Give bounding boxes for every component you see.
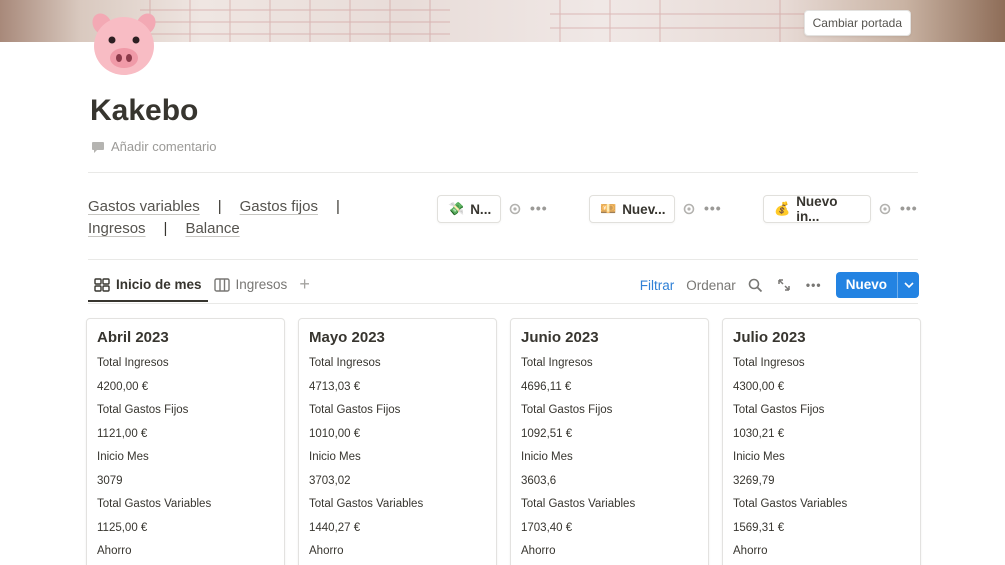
card-property: 1121,00 € (97, 427, 148, 440)
divider-tabs (88, 303, 918, 304)
gear-icon[interactable] (508, 202, 522, 216)
card-property: Total Gastos Fijos (521, 404, 613, 416)
card-property: 1030,21 € (733, 427, 785, 440)
link-separator: | (336, 198, 340, 215)
card-property: Total Ingresos (521, 357, 593, 369)
search-icon[interactable] (748, 277, 764, 293)
link-balance[interactable]: Balance (185, 220, 239, 237)
gear-icon[interactable] (682, 202, 696, 216)
add-comment-label: Añadir comentario (111, 139, 217, 154)
card-property: Ahorro (97, 545, 132, 557)
link-separator: | (163, 220, 168, 237)
card-property: 1440,27 € (309, 521, 361, 534)
card-property: Total Ingresos (733, 357, 805, 369)
page-links: Gastos variables | Gastos fijos | Ingresos |… (88, 196, 388, 240)
card-property: 4713,03 € (309, 380, 361, 393)
card-property: 1092,51 € (521, 427, 573, 440)
more-options-icon[interactable]: ••• (804, 277, 824, 293)
yen-banknote-icon: 💴 (600, 201, 617, 216)
card-property: 4200,00 € (97, 380, 149, 393)
database-toolbar: Filtrar Ordenar ••• Nuevo (640, 272, 919, 298)
card-property: 4696,11 € (521, 380, 572, 393)
board-icon (94, 277, 110, 292)
link-separator: | (217, 198, 222, 215)
link-ingresos[interactable]: Ingresos (88, 220, 146, 237)
card-property: Inicio Mes (97, 451, 149, 463)
divider-middle (88, 259, 918, 260)
card-property: 1569,31 € (733, 521, 785, 534)
card-property: 1010,00 € (309, 427, 361, 440)
more-options-icon[interactable]: ••• (900, 200, 918, 216)
card-property: Inicio Mes (733, 451, 785, 463)
pig-face-icon[interactable] (86, 6, 162, 78)
add-comment-button[interactable]: Añadir comentario (91, 139, 217, 154)
new-entry-label: Nuevo (845, 277, 887, 292)
card-title: Julio 2023 (733, 329, 806, 346)
card-property: Total Ingresos (97, 357, 169, 369)
add-view-icon[interactable]: + (293, 274, 316, 294)
sort-button[interactable]: Ordenar (686, 278, 736, 293)
template-label: N... (470, 201, 492, 217)
link-gastos-fijos[interactable]: Gastos fijos (240, 198, 318, 215)
board-cards: Abril 2023 Total Ingresos 4200,00 € Tota… (86, 318, 921, 565)
card-property: Ahorro (733, 545, 768, 557)
change-cover-button[interactable]: Cambiar portada (803, 10, 911, 36)
gear-icon[interactable] (878, 202, 892, 216)
card-title: Junio 2023 (521, 329, 599, 346)
board-card[interactable]: Abril 2023 Total Ingresos 4200,00 € Tota… (86, 318, 285, 565)
page-title: Kakebo (90, 94, 199, 127)
card-property: Inicio Mes (521, 451, 573, 463)
comment-icon (92, 141, 104, 153)
filter-button[interactable]: Filtrar (640, 278, 675, 293)
card-property: Total Gastos Fijos (97, 404, 189, 416)
board-card[interactable]: Mayo 2023 Total Ingresos 4713,03 € Total… (298, 318, 497, 565)
more-options-icon[interactable]: ••• (530, 200, 548, 216)
card-property: 3079 (97, 474, 123, 487)
card-property: Total Gastos Fijos (733, 404, 825, 416)
template-label: Nuev... (622, 201, 666, 217)
card-property: Ahorro (309, 545, 344, 557)
card-property: Total Gastos Fijos (309, 404, 401, 416)
card-property: 1703,40 € (521, 521, 573, 534)
board-card[interactable]: Junio 2023 Total Ingresos 4696,11 € Tota… (510, 318, 709, 565)
card-property: Total Gastos Variables (521, 498, 636, 510)
board-card[interactable]: Julio 2023 Total Ingresos 4300,00 € Tota… (722, 318, 921, 565)
template-label: Nuevo in... (796, 194, 838, 224)
divider-top (88, 172, 918, 173)
card-property: Total Gastos Variables (733, 498, 848, 510)
tab-inicio-de-mes[interactable]: Inicio de mes (88, 274, 208, 302)
new-entry-button[interactable]: Nuevo (835, 272, 919, 298)
tab-ingresos[interactable]: Ingresos (208, 274, 294, 300)
more-options-icon[interactable]: ••• (704, 200, 722, 216)
money-wings-icon: 💸 (448, 201, 465, 216)
chevron-down-icon[interactable] (897, 272, 919, 298)
card-property: 3269,79 (733, 474, 775, 487)
template-button-ingreso[interactable]: 💰 Nuevo in... (763, 194, 871, 224)
card-title: Abril 2023 (97, 329, 169, 346)
card-property: Ahorro (521, 545, 556, 557)
card-property: Total Gastos Variables (309, 498, 424, 510)
card-property: Total Ingresos (309, 357, 381, 369)
card-property: 1125,00 € (97, 521, 148, 534)
card-property: 3603,6 (521, 474, 557, 487)
tab-label: Ingresos (235, 277, 288, 292)
expand-icon[interactable] (776, 277, 792, 293)
table-icon (213, 277, 230, 292)
money-bag-icon: 💰 (774, 201, 791, 216)
card-property: 3703,02 (309, 474, 351, 487)
tab-label: Inicio de mes (116, 277, 202, 292)
card-property: Inicio Mes (309, 451, 361, 463)
card-property: Total Gastos Variables (97, 498, 212, 510)
template-button-gasto[interactable]: 💸 N... (437, 195, 501, 223)
database-view-tabs: Inicio de mes Ingresos + (88, 274, 316, 304)
template-button-gasto-fijo[interactable]: 💴 Nuev... (589, 195, 675, 223)
card-title: Mayo 2023 (309, 329, 385, 346)
link-gastos-variables[interactable]: Gastos variables (88, 198, 200, 215)
card-property: 4300,00 € (733, 380, 785, 393)
